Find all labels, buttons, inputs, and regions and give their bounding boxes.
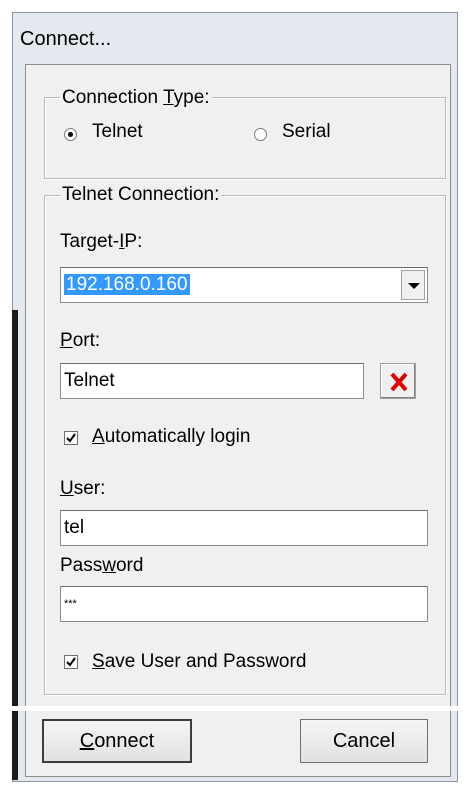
auto-login-label[interactable]: Automatically login (92, 426, 250, 448)
close-icon (390, 372, 408, 392)
save-credentials-checkbox[interactable] (64, 655, 78, 669)
checkmark-icon (66, 433, 76, 443)
user-input[interactable]: tel (60, 510, 428, 546)
user-label: User: (60, 478, 106, 499)
port-label: Port: (60, 330, 101, 351)
checkmark-icon (66, 657, 76, 667)
target-ip-combobox[interactable]: 192.168.0.160 (60, 267, 428, 303)
serial-radio[interactable] (254, 128, 267, 141)
target-ip-label: Target-IP: (60, 231, 143, 252)
clear-port-button[interactable] (380, 363, 416, 399)
target-ip-value: 192.168.0.160 (64, 274, 190, 295)
password-label: Password (60, 555, 144, 576)
auto-login-checkbox[interactable] (64, 431, 78, 445)
window-title: Connect... (20, 28, 112, 50)
telnet-radio-label[interactable]: Telnet (92, 121, 143, 143)
separator (12, 706, 473, 711)
connection-type-legend: Connection Type: (60, 87, 212, 109)
dialog-client: Connection Type: Telnet Serial Telnet Co… (25, 64, 451, 777)
telnet-connection-legend: Telnet Connection: (60, 184, 222, 206)
save-credentials-label[interactable]: Save User and Password (92, 651, 306, 673)
telnet-radio[interactable] (64, 128, 77, 141)
serial-radio-label[interactable]: Serial (282, 121, 331, 143)
password-input[interactable]: *** (60, 586, 428, 622)
port-input[interactable]: Telnet (60, 363, 364, 399)
chevron-down-icon[interactable] (401, 270, 425, 300)
connect-button[interactable]: Connect (42, 719, 192, 763)
cancel-button[interactable]: Cancel (300, 719, 428, 763)
